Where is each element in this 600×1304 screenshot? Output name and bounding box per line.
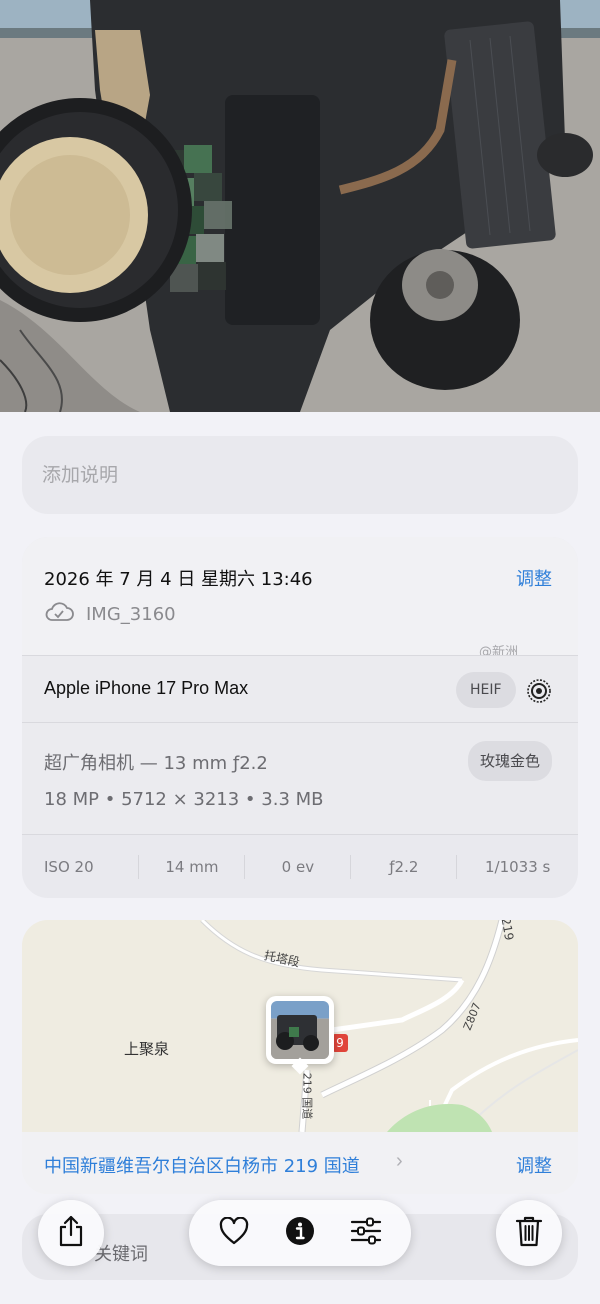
- edit-button[interactable]: [344, 1211, 388, 1255]
- map-place-label: 上聚泉: [124, 1040, 170, 1058]
- capture-date: 2026 年 7 月 4 日 星期六 13:46: [44, 569, 313, 590]
- exif-aperture: ƒ2.2: [350, 854, 456, 879]
- delete-button[interactable]: [496, 1200, 562, 1266]
- location-card: 托塔段 219 Z807 219 国道 9 上聚泉 中国新疆维吾尔自治区白杨市 …: [22, 920, 578, 1194]
- live-photo-icon[interactable]: [526, 678, 552, 709]
- image-specs: 18 MP • 5712 × 3213 • 3.3 MB: [44, 789, 324, 810]
- exif-iso: ISO 20: [44, 857, 94, 876]
- location-address[interactable]: 中国新疆维吾尔自治区白杨市 219 国道: [44, 1152, 360, 1178]
- info-icon: [285, 1216, 315, 1251]
- map-photo-pin[interactable]: [266, 996, 334, 1064]
- highway-badge: 9: [332, 1034, 348, 1052]
- favorite-button[interactable]: [212, 1211, 256, 1255]
- info-header: 2026 年 7 月 4 日 星期六 13:46 调整 IMG_3160 @新洲: [22, 537, 578, 660]
- exif-focal-length: 14 mm: [138, 854, 244, 879]
- exif-row: ISO 20 14 mm 0 ev ƒ2.2 1/1033 s: [22, 835, 578, 898]
- icloud-check-icon: [44, 601, 74, 628]
- device-color-badge: 玫瑰金色: [468, 741, 553, 781]
- info-button[interactable]: [278, 1211, 322, 1255]
- photo-info-card: 2026 年 7 月 4 日 星期六 13:46 调整 IMG_3160 @新洲…: [22, 537, 578, 898]
- location-row[interactable]: 中国新疆维吾尔自治区白杨市 219 国道 › 调整: [22, 1132, 578, 1194]
- map-view[interactable]: 托塔段 219 Z807 219 国道 9 上聚泉: [22, 920, 578, 1132]
- share-icon: [57, 1215, 85, 1252]
- caption-card: [22, 436, 578, 514]
- device-name: Apple iPhone 17 Pro Max: [44, 678, 249, 698]
- lens-block: 超广角相机 — 13 mm ƒ2.2 18 MP • 5712 × 3213 •…: [22, 723, 578, 835]
- format-badge: HEIF: [456, 672, 516, 708]
- photo-actions-bar: [189, 1200, 411, 1266]
- exif-exposure-bias: 0 ev: [244, 854, 350, 879]
- adjust-location-button[interactable]: 调整: [516, 1152, 552, 1178]
- vehicle-photo: [0, 0, 600, 412]
- map-label-highway-vertical: 219 国道: [300, 1072, 314, 1120]
- filename: IMG_3160: [86, 604, 176, 625]
- filename-row: IMG_3160: [44, 601, 176, 628]
- lens-info: 超广角相机 — 13 mm ƒ2.2: [44, 753, 268, 774]
- chevron-right-icon: ›: [396, 1150, 403, 1172]
- map-photo-thumbnail: [271, 1001, 329, 1059]
- sliders-icon: [350, 1217, 382, 1250]
- share-button[interactable]: [38, 1200, 104, 1266]
- trash-icon: [515, 1215, 543, 1252]
- photo-viewer[interactable]: [0, 0, 600, 412]
- heart-icon: [219, 1216, 249, 1250]
- adjust-date-button[interactable]: 调整: [516, 565, 552, 591]
- map-label-highway-top: 219: [498, 920, 517, 942]
- exif-shutter: 1/1033 s: [456, 854, 578, 879]
- caption-input[interactable]: [42, 464, 542, 486]
- device-row: Apple iPhone 17 Pro Max HEIF: [22, 655, 578, 723]
